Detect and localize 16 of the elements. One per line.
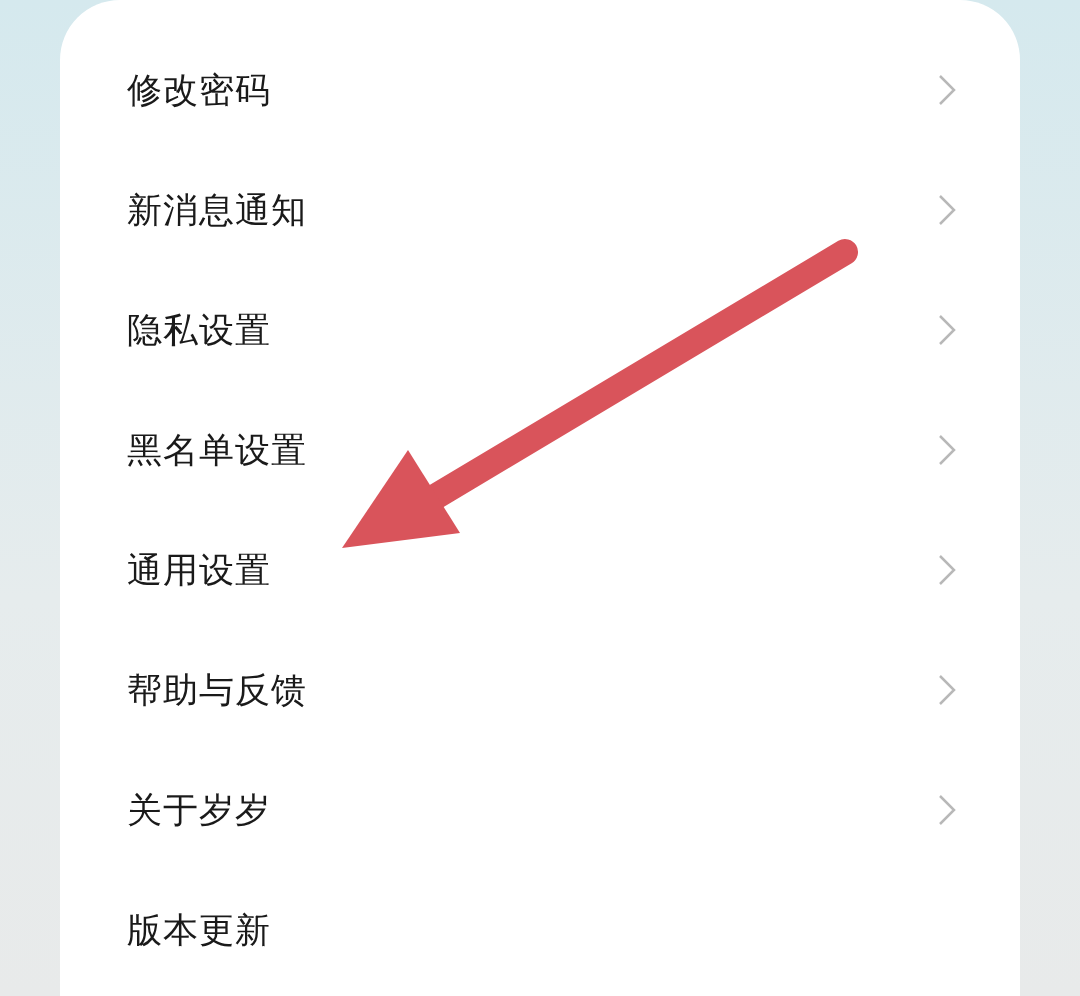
row-label: 新消息通知 bbox=[127, 188, 307, 232]
settings-row[interactable]: 黑名单设置 bbox=[60, 390, 1020, 510]
settings-row[interactable]: 修改密码 bbox=[60, 30, 1020, 150]
settings-row[interactable]: 隐私设置 bbox=[60, 270, 1020, 390]
row-label: 修改密码 bbox=[127, 68, 271, 112]
settings-row[interactable]: 通用设置 bbox=[60, 510, 1020, 630]
row-label: 黑名单设置 bbox=[127, 428, 307, 472]
settings-row[interactable]: 帮助与反馈 bbox=[60, 630, 1020, 750]
settings-row[interactable]: 新消息通知 bbox=[60, 150, 1020, 270]
settings-row[interactable]: 版本更新 bbox=[60, 870, 1020, 990]
settings-row[interactable]: 关于岁岁 bbox=[60, 750, 1020, 870]
row-label: 隐私设置 bbox=[127, 308, 271, 352]
row-label: 关于岁岁 bbox=[127, 788, 271, 832]
row-label: 版本更新 bbox=[127, 908, 271, 952]
row-label: 通用设置 bbox=[127, 548, 271, 592]
row-label: 帮助与反馈 bbox=[127, 668, 307, 712]
